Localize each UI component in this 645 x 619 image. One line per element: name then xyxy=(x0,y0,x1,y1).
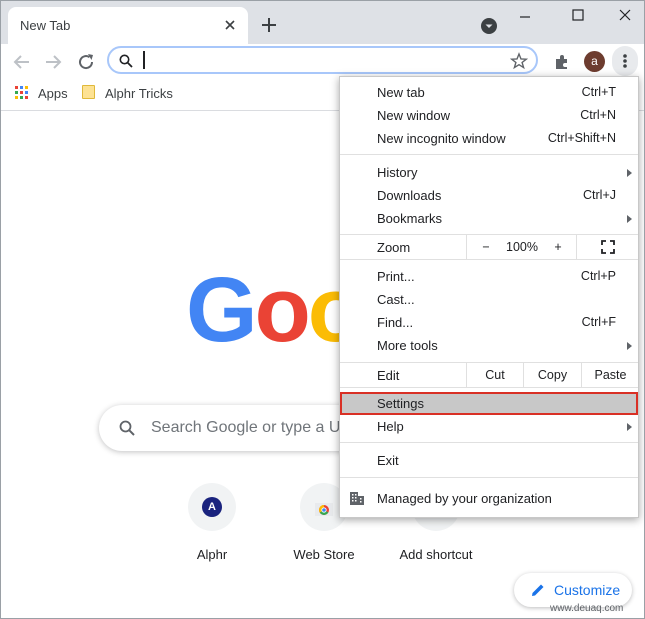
menu-divider xyxy=(340,477,638,478)
address-bar[interactable] xyxy=(107,46,538,74)
tab-search-icon[interactable] xyxy=(480,17,498,35)
edit-label: Edit xyxy=(377,368,400,383)
menu-item-help[interactable]: Help xyxy=(340,415,638,438)
extensions-icon[interactable] xyxy=(552,52,572,72)
apps-grid-icon xyxy=(15,86,29,100)
cut-button[interactable]: Cut xyxy=(466,363,523,387)
menu-item-shortcut: Ctrl+N xyxy=(580,108,616,122)
menu-item-label: History xyxy=(377,165,418,180)
shortcut-tile: A xyxy=(188,483,236,531)
menu-item-settings[interactable]: Settings xyxy=(340,392,638,415)
customize-button[interactable]: Customize xyxy=(514,573,632,607)
menu-item-label: Bookmarks xyxy=(377,211,443,226)
menu-item-bookmarks[interactable]: Bookmarks xyxy=(340,207,638,230)
menu-item-label: Settings xyxy=(377,396,424,411)
menu-item-shortcut: Ctrl+Shift+N xyxy=(547,131,616,145)
close-window-icon[interactable] xyxy=(611,6,639,26)
menu-item-managed[interactable]: Managed by your organization xyxy=(340,487,638,510)
menu-item-new-tab[interactable]: New tab Ctrl+T xyxy=(340,81,638,104)
menu-item-label: More tools xyxy=(377,338,438,353)
logo-letter: o xyxy=(254,259,311,361)
customize-label: Customize xyxy=(554,582,621,598)
menu-item-shortcut: Ctrl+T xyxy=(581,85,616,99)
submenu-arrow-icon xyxy=(627,215,632,223)
menu-item-label: Exit xyxy=(377,453,399,468)
menu-item-label: Cast... xyxy=(377,292,415,307)
new-tab-icon[interactable] xyxy=(259,15,279,35)
menu-item-label: Downloads xyxy=(377,188,442,203)
fullscreen-button[interactable] xyxy=(576,235,639,259)
menu-item-print[interactable]: Print... Ctrl+P xyxy=(340,265,638,288)
zoom-label: Zoom xyxy=(377,240,411,255)
menu-item-cast[interactable]: Cast... xyxy=(340,288,638,311)
menu-item-exit[interactable]: Exit xyxy=(340,449,638,472)
bookmark-apps[interactable]: Apps xyxy=(38,86,68,101)
menu-item-label: Managed by your organization xyxy=(377,491,552,506)
menu-divider xyxy=(340,154,638,155)
menu-divider xyxy=(340,259,638,260)
submenu-arrow-icon xyxy=(627,169,632,177)
close-icon[interactable] xyxy=(222,17,238,33)
bookmark-alphr-tricks[interactable]: Alphr Tricks xyxy=(105,86,173,101)
menu-item-shortcut: Ctrl+J xyxy=(583,188,616,202)
menu-item-label: Print... xyxy=(377,269,415,284)
forward-icon[interactable] xyxy=(43,52,63,72)
menu-button[interactable] xyxy=(612,46,638,76)
zoom-in-button[interactable]: + xyxy=(540,235,576,259)
menu-item-label: New incognito window xyxy=(377,131,506,146)
star-icon[interactable] xyxy=(510,52,528,70)
omnibox-input[interactable] xyxy=(143,50,497,72)
minimize-icon[interactable] xyxy=(511,6,539,26)
chrome-menu: New tab Ctrl+T New window Ctrl+N New inc… xyxy=(339,76,639,518)
menu-item-more-tools[interactable]: More tools xyxy=(340,334,638,357)
copy-button[interactable]: Copy xyxy=(523,363,581,387)
menu-item-shortcut: Ctrl+F xyxy=(581,315,616,329)
menu-row-zoom: Zoom − 100% + xyxy=(340,235,638,259)
zoom-out-button[interactable]: − xyxy=(466,235,505,259)
menu-item-downloads[interactable]: Downloads Ctrl+J xyxy=(340,184,638,207)
toolbar: a xyxy=(1,44,644,79)
menu-divider xyxy=(340,442,638,443)
alphr-favicon: A xyxy=(202,497,222,517)
search-placeholder: Search Google or type a URL xyxy=(151,419,361,436)
folder-icon xyxy=(82,85,95,99)
tab-title: New Tab xyxy=(20,18,71,33)
tab-new-tab[interactable]: New Tab xyxy=(8,7,248,44)
shortcut-label: Alphr xyxy=(196,547,228,562)
search-icon xyxy=(119,54,133,68)
paste-button[interactable]: Paste xyxy=(581,363,639,387)
maximize-icon[interactable] xyxy=(564,6,592,26)
menu-item-history[interactable]: History xyxy=(340,161,638,184)
more-vert-icon xyxy=(623,54,627,68)
logo-letter: G xyxy=(186,259,258,361)
menu-item-label: New tab xyxy=(377,85,425,100)
menu-item-label: Find... xyxy=(377,315,414,330)
pencil-icon xyxy=(532,584,544,596)
shortcut-alphr[interactable]: A Alphr xyxy=(162,483,262,562)
menu-item-new-window[interactable]: New window Ctrl+N xyxy=(340,104,638,127)
menu-item-label: New window xyxy=(377,108,450,123)
menu-item-find[interactable]: Find... Ctrl+F xyxy=(340,311,638,334)
shortcut-label: Web Store xyxy=(293,547,355,562)
reload-icon[interactable] xyxy=(76,52,96,72)
tab-strip: New Tab xyxy=(1,1,644,44)
menu-item-shortcut: Ctrl+P xyxy=(580,269,616,283)
avatar[interactable]: a xyxy=(584,51,605,72)
menu-item-new-incognito[interactable]: New incognito window Ctrl+Shift+N xyxy=(340,127,638,150)
menu-row-edit: Edit Cut Copy Paste xyxy=(340,363,638,387)
web-store-icon xyxy=(315,503,333,516)
submenu-arrow-icon xyxy=(627,423,632,431)
zoom-level: 100% xyxy=(506,240,538,254)
search-icon xyxy=(119,420,135,436)
shortcut-label: Add shortcut xyxy=(399,547,473,562)
building-icon xyxy=(350,492,364,505)
browser-window: New Tab a Apps Alphr Tricks Goo Search G… xyxy=(0,0,645,619)
watermark: www.deuaq.com xyxy=(550,603,624,614)
menu-item-label: Help xyxy=(377,419,404,434)
submenu-arrow-icon xyxy=(627,342,632,350)
back-icon[interactable] xyxy=(12,52,32,72)
menu-divider xyxy=(340,387,638,388)
text-caret xyxy=(143,51,145,69)
fullscreen-icon xyxy=(601,240,615,254)
